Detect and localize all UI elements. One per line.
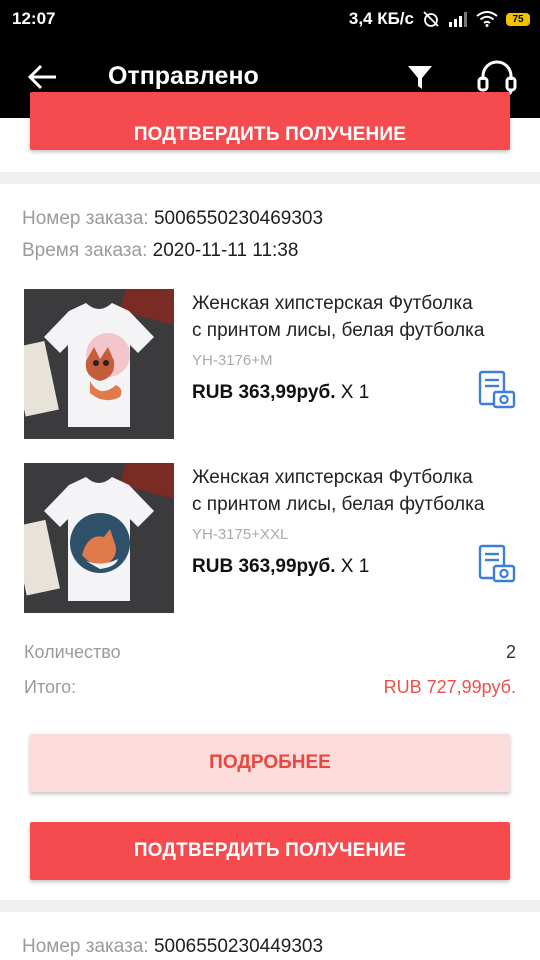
back-arrow-icon[interactable] [26, 60, 60, 94]
order-time-row: Время заказа: 2020-11-11 11:38 [22, 240, 298, 262]
product-qty: X 1 [340, 382, 370, 403]
total-value: RUB 727,99руб. [383, 677, 516, 697]
invoice-photo-icon[interactable] [478, 370, 516, 410]
product-title[interactable]: Женская хипстерская Футболка с принтом л… [192, 290, 512, 344]
previous-order-card: ПОДТВЕРДИТЬ ПОЛУЧЕНИЕ [0, 92, 540, 172]
product-qty: X 1 [340, 556, 370, 577]
filter-icon[interactable] [404, 62, 436, 94]
order-number: 5006550230469303 [153, 208, 324, 229]
quantity-label: Количество [24, 642, 121, 662]
battery-icon: 75 [506, 12, 530, 26]
product-title-line1: Женская хипстерская Футболка [192, 293, 473, 314]
wifi-icon [476, 11, 498, 27]
signal-icon [449, 12, 467, 27]
product-title-line2: с принтом лисы, белая футболка [192, 494, 485, 515]
product-title-line1: Женская хипстерская Футболка [192, 467, 473, 488]
product-image[interactable] [24, 463, 174, 613]
quantity-row: Количество 2 [24, 642, 516, 663]
alarm-off-icon [423, 11, 439, 27]
order-number: 5006550230449303 [153, 936, 324, 957]
quantity-value: 2 [505, 642, 516, 662]
product-title-line2: с принтом лисы, белая футболка [192, 320, 485, 341]
order-number-row: Номер заказа: 5006550230449303 [22, 936, 323, 958]
status-bar: 12:07 3,4 КБ/с 75 [0, 0, 540, 38]
product-price-row: RUB 363,99руб. X 1 [192, 556, 369, 578]
product-price: RUB 363,99руб. [192, 556, 336, 577]
clock: 12:07 [12, 9, 56, 28]
product-sku: YH-3175+XXL [192, 526, 289, 543]
product-sku: YH-3176+M [192, 352, 273, 369]
order-number-label: Номер заказа: [22, 936, 149, 957]
order-time: 2020-11-11 11:38 [152, 240, 299, 261]
product-title[interactable]: Женская хипстерская Футболка с принтом л… [192, 464, 512, 518]
total-row: Итого: RUB 727,99руб. [24, 677, 516, 698]
confirm-receipt-button[interactable]: ПОДТВЕРДИТЬ ПОЛУЧЕНИЕ [30, 822, 510, 880]
invoice-photo-icon[interactable] [478, 544, 516, 584]
order-number-label: Номер заказа: [22, 208, 149, 229]
next-order-card: Номер заказа: 5006550230449303 [0, 912, 540, 960]
total-label: Итого: [24, 677, 77, 697]
product-price: RUB 363,99руб. [192, 382, 336, 403]
details-button[interactable]: ПОДРОБНЕЕ [30, 734, 510, 792]
network-speed: 3,4 КБ/с [348, 9, 414, 28]
confirm-receipt-button-previous[interactable]: ПОДТВЕРДИТЬ ПОЛУЧЕНИЕ [30, 92, 510, 150]
product-price-row: RUB 363,99руб. X 1 [192, 382, 369, 404]
page-title: Отправлено [108, 62, 259, 90]
order-card: Номер заказа: 5006550230469303 Время зак… [0, 184, 540, 900]
status-icons: 3,4 КБ/с 75 [349, 9, 530, 29]
product-image[interactable] [24, 289, 174, 439]
order-time-label: Время заказа: [22, 240, 148, 261]
order-number-row: Номер заказа: 5006550230469303 [22, 208, 323, 230]
